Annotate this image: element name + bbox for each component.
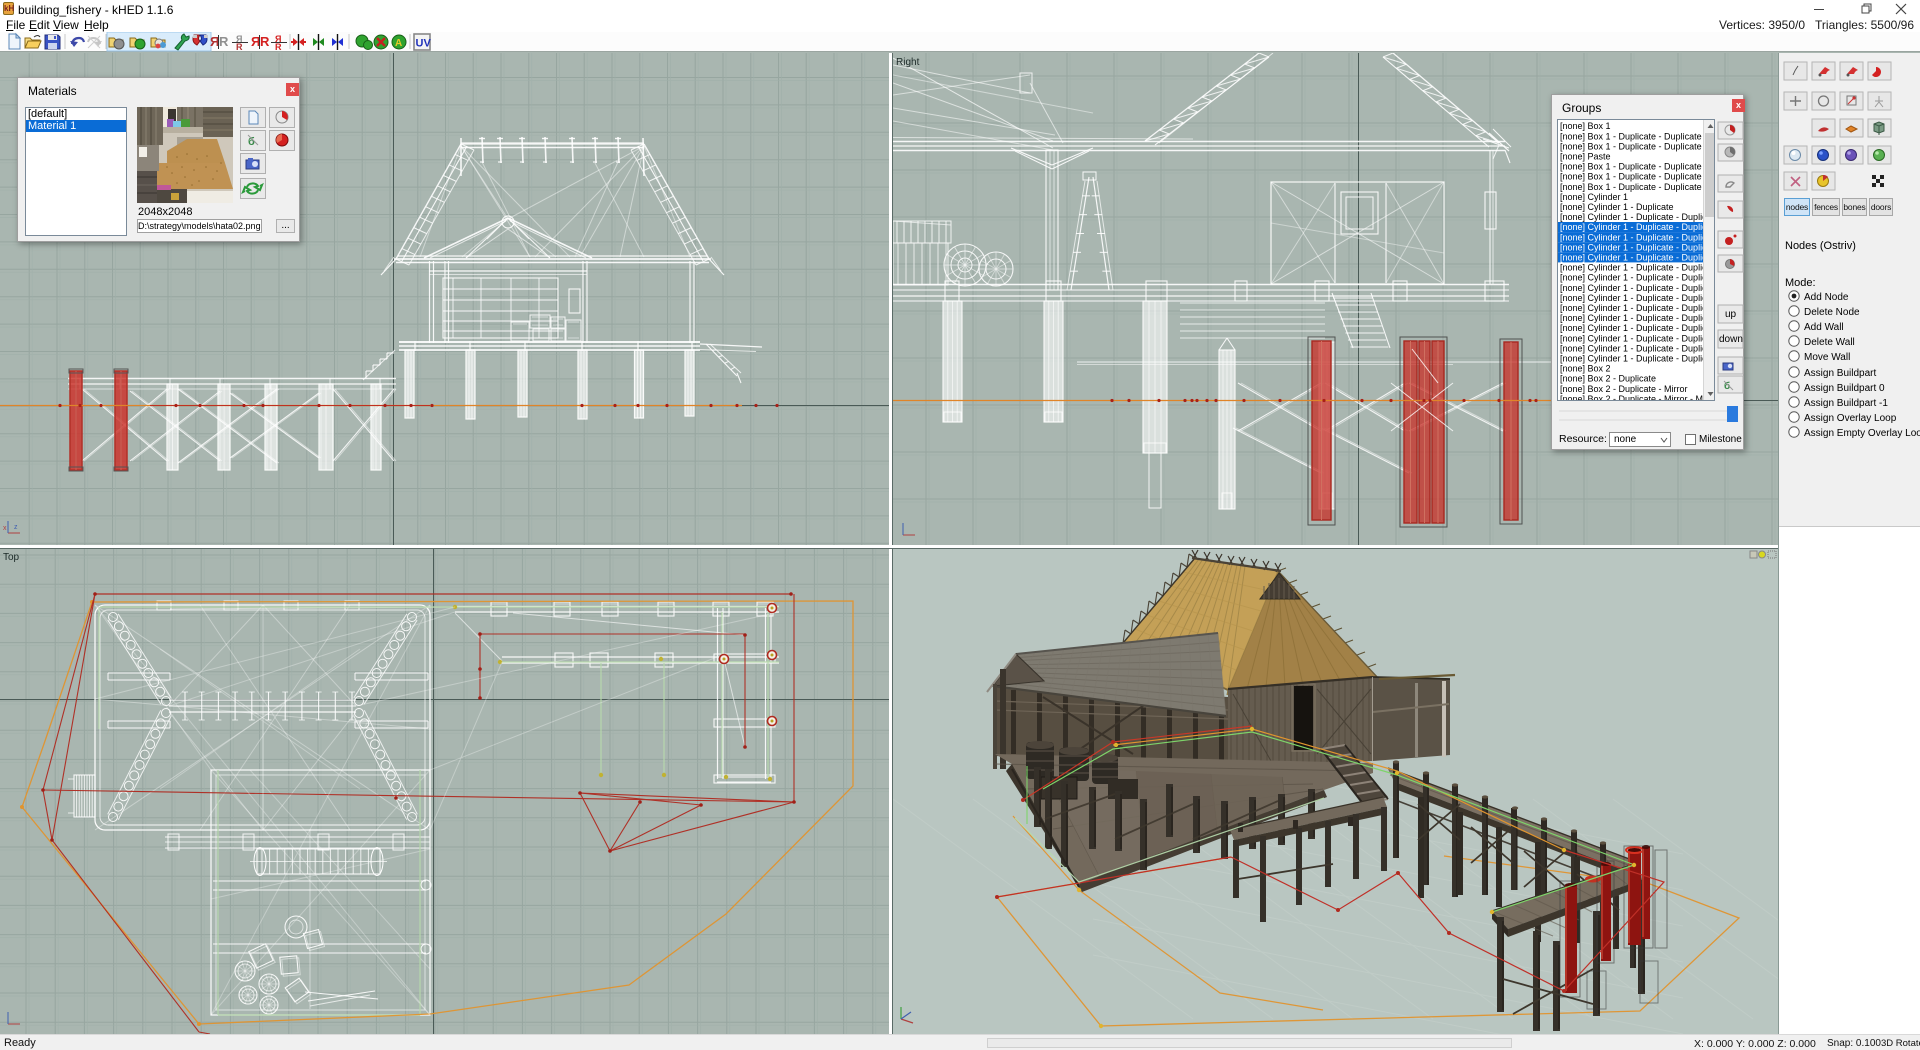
svg-text:Move Wall: Move Wall xyxy=(1804,352,1850,363)
svg-text:A: A xyxy=(395,38,402,49)
svg-text:Я: Я xyxy=(251,34,260,49)
svg-text:R: R xyxy=(236,42,243,52)
svg-text:Assign Empty Overlay Loop: Assign Empty Overlay Loop xyxy=(1804,428,1920,439)
svg-text:x: x xyxy=(3,525,7,532)
svg-text:Delete Wall: Delete Wall xyxy=(1804,337,1855,348)
svg-text:Assign Buildpart -1: Assign Buildpart -1 xyxy=(1804,398,1888,409)
svg-text:Assign Buildpart 0: Assign Buildpart 0 xyxy=(1804,383,1885,394)
svg-text:up: up xyxy=(1725,309,1737,320)
svg-text:Add Node: Add Node xyxy=(1804,292,1849,303)
svg-text:Top: Top xyxy=(3,552,20,563)
svg-text:Resource:: Resource: xyxy=(1559,433,1607,445)
svg-text:Delete Node: Delete Node xyxy=(1804,307,1860,318)
svg-text:R: R xyxy=(219,34,229,49)
svg-text:R: R xyxy=(260,34,270,49)
svg-text:z: z xyxy=(14,524,18,531)
svg-text:R: R xyxy=(275,42,282,52)
svg-text:UV: UV xyxy=(416,38,432,50)
svg-text:Right: Right xyxy=(896,57,920,68)
svg-text:Assign Overlay Loop: Assign Overlay Loop xyxy=(1804,413,1897,424)
svg-text:down: down xyxy=(1719,334,1743,345)
svg-text:Add Wall: Add Wall xyxy=(1804,322,1844,333)
svg-text:Assign Buildpart: Assign Buildpart xyxy=(1804,368,1876,379)
svg-text:Я: Я xyxy=(210,34,219,49)
